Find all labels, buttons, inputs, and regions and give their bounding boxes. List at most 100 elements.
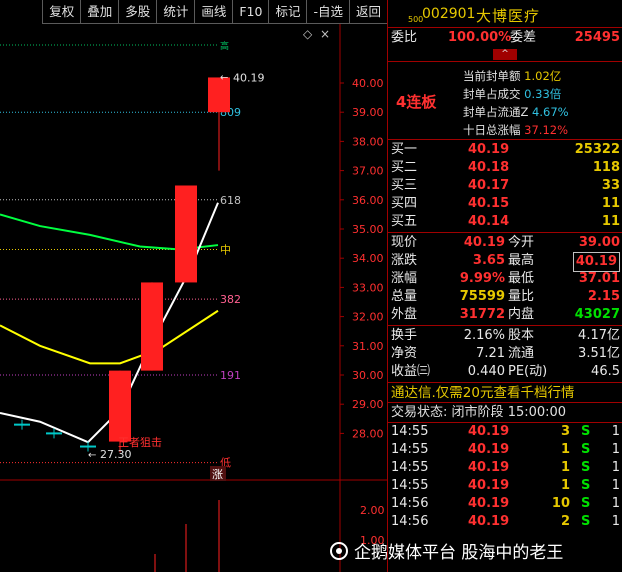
finance-value: 4.17亿 [578, 328, 620, 343]
candle-body [141, 282, 163, 371]
zhang-badge: 涨 [212, 468, 223, 481]
tick-count: 1 [611, 460, 620, 475]
tick-side: S [581, 424, 591, 439]
limit-up-stat: 封单占成交 0.33倍 [463, 86, 561, 102]
quote-value: 31772 [459, 307, 505, 322]
quote-value: 3.65 [472, 253, 505, 268]
tick-volume: 1 [560, 478, 570, 493]
ma-yellow-line [0, 309, 219, 365]
tick-row: 14:55 40.19 1 S 1 [388, 459, 622, 477]
tick-time: 14:56 [391, 496, 429, 511]
quote-value: 39.00 [578, 235, 620, 250]
low-price-annotation: 27.30 [100, 448, 132, 461]
toolbar-f10-button[interactable]: F10 [232, 0, 269, 24]
quote-value: 37.01 [578, 271, 620, 286]
toolbar-mark-button[interactable]: 标记 [268, 0, 307, 24]
tick-list[interactable]: 14:55 40.19 3 S 1 14:55 40.19 1 S 1 14:55 40.19 1 S 1 1… [388, 423, 622, 531]
finance-value: 3.51亿 [578, 346, 620, 361]
toolbar-watchlist-button[interactable]: -自选 [306, 0, 349, 24]
finance-value: 7.21 [476, 346, 505, 361]
tick-price: 40.19 [468, 496, 510, 511]
limit-up-stat: 十日总涨幅 37.12% [463, 122, 568, 138]
tick-count: 1 [611, 424, 620, 439]
arrow-left-icon: ← [88, 450, 96, 461]
toolbar-stats-button[interactable]: 统计 [156, 0, 195, 24]
tick-time: 14:55 [391, 442, 429, 457]
tick-side: S [581, 442, 591, 457]
price-tick-label: 38.00 [352, 135, 384, 148]
lianban-badge: 4连板 [396, 93, 437, 111]
bid-label: 买二 [391, 160, 418, 175]
kline-chart-svg[interactable]: 40.00 39.00 38.00 37.00 36.00 35.00 34.00 33.00… [0, 24, 387, 572]
finance-label: 股本 [508, 328, 535, 343]
bid-row: 买三 40.17 33 [388, 177, 622, 195]
tick-side: S [581, 496, 591, 511]
candle-body [109, 370, 131, 442]
bid-label: 买四 [391, 196, 418, 211]
stock-name: 大博医疗 [476, 7, 541, 25]
finance-row: 收益㈢ 0.440 PE(动) 46.5 [388, 363, 622, 381]
tick-price: 40.19 [468, 460, 510, 475]
quote-block: 现价 40.19 今开 39.00 涨跌 3.65 最高 40.19 涨幅 9.99% 最低 37.0… [388, 233, 622, 326]
quote-row: 外盘 31772 内盘 43027 [388, 306, 622, 324]
tick-side: S [581, 460, 591, 475]
bid-book: 买一 40.19 25322 买二 40.18 118 买三 40.17 33 买四 40.15 11… [388, 140, 622, 233]
limit-up-stat-value: 1.02亿 [524, 69, 562, 83]
close-icon[interactable]: × [320, 27, 330, 41]
price-tick-label: 36.00 [352, 194, 384, 207]
finance-label: 流通 [508, 346, 535, 361]
quote-label: 量比 [508, 289, 535, 304]
bid-price: 40.18 [468, 160, 510, 175]
quote-value: 40.19 [463, 235, 505, 250]
bid-row: 买五 40.14 11 [388, 213, 622, 231]
quote-value: 75599 [459, 289, 505, 304]
fib-level-label: 382 [220, 293, 241, 306]
collapse-toggle[interactable]: ^ [388, 48, 622, 62]
fib-level-label: 中 [220, 243, 231, 256]
trade-state-value: 闭市阶段 [451, 405, 504, 420]
toolbar-multi-stock-button[interactable]: 多股 [118, 0, 157, 24]
tick-volume: 10 [551, 496, 570, 511]
finance-label: 换手 [391, 328, 418, 343]
diamond-icon[interactable]: ◇ [303, 27, 313, 41]
bid-volume: 118 [592, 160, 620, 175]
weibi-label: 委比 [391, 30, 418, 45]
toolbar-draw-line-button[interactable]: 画线 [194, 0, 233, 24]
stock-tag: 500 [408, 15, 424, 24]
high-reference-label: 高 [220, 40, 229, 52]
limit-up-stat-label: 封单占成交 [463, 87, 521, 101]
finance-value: 2.16% [463, 328, 505, 343]
tick-time: 14:55 [391, 460, 429, 475]
tick-volume: 3 [560, 424, 570, 439]
finance-value: 0.440 [467, 364, 505, 379]
weicha-value: 25495 [574, 30, 620, 45]
bid-price: 40.17 [468, 178, 510, 193]
finance-block: 换手 2.16% 股本 4.17亿 净资 7.21 流通 3.51亿 收益㈢ 0.440 PE(动)… [388, 326, 622, 383]
bid-label: 买一 [391, 142, 418, 157]
bid-row: 买四 40.15 11 [388, 195, 622, 213]
price-tick-label: 35.00 [352, 223, 384, 236]
bid-volume: 11 [601, 196, 620, 211]
tick-side: S [581, 478, 591, 493]
bid-price: 40.19 [468, 142, 510, 157]
price-tick-label: 32.00 [352, 311, 384, 324]
quote-value: 40.19 [572, 252, 620, 272]
limit-up-stat-value: 4.67% [532, 105, 569, 119]
chevron-up-icon[interactable]: ^ [493, 49, 517, 60]
trade-state: 交易状态: 闭市阶段 15:00:00 [388, 403, 622, 423]
limit-up-stats: 4连板 当前封单额 1.02亿 封单占成交 0.33倍 封单占流通Z 4.67% 十日… [388, 62, 622, 140]
tick-row: 14:55 40.19 3 S 1 [388, 423, 622, 441]
limit-up-stat-label: 当前封单额 [463, 69, 521, 83]
toolbar-overlay-button[interactable]: 叠加 [80, 0, 119, 24]
stock-code: 002901 [422, 6, 476, 22]
bid-row: 买一 40.19 25322 [388, 141, 622, 159]
price-tick-label: 28.00 [352, 427, 384, 440]
tick-row: 14:56 40.19 2 S 1 [388, 513, 622, 531]
toolbar-fuquan-button[interactable]: 复权 [42, 0, 81, 24]
kline-chart[interactable]: 40.00 39.00 38.00 37.00 36.00 35.00 34.00 33.00… [0, 24, 387, 572]
toolbar-back-button[interactable]: 返回 [348, 0, 387, 24]
trade-state-time: 15:00:00 [507, 405, 567, 420]
promo-notice[interactable]: 通达信.仅需20元查看千档行情 [388, 383, 622, 403]
quote-label: 涨跌 [391, 253, 418, 268]
bid-volume: 11 [601, 214, 620, 229]
